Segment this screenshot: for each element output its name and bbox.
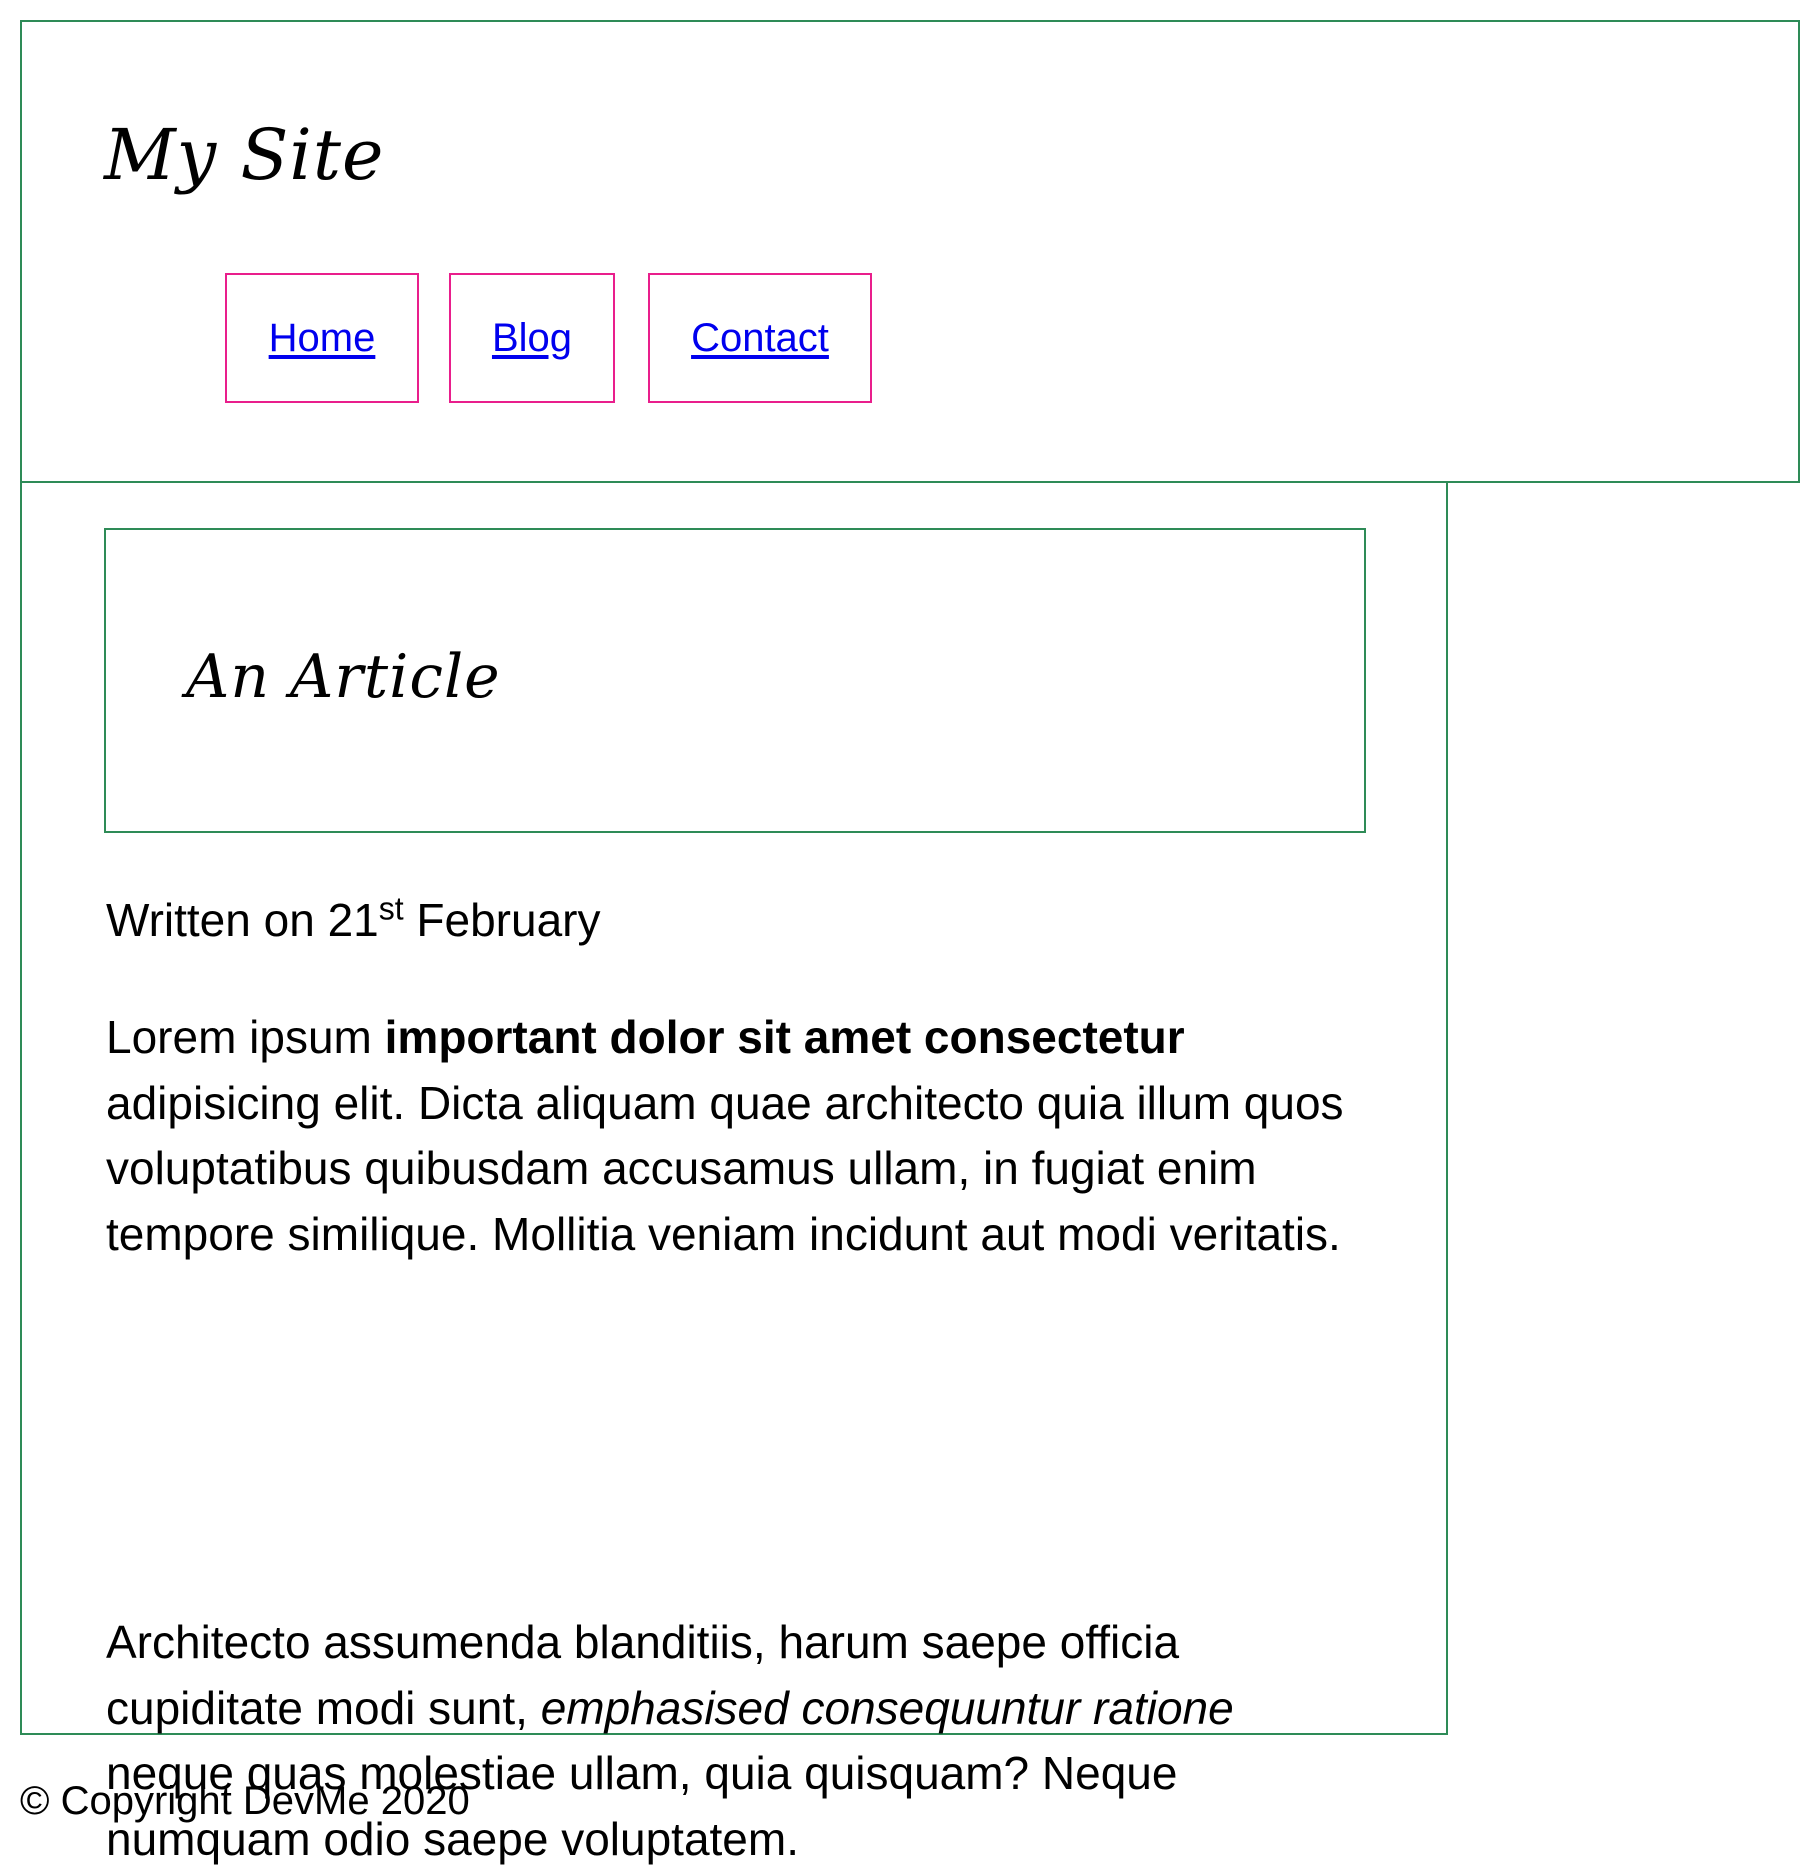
site-header: My Site Home Blog Contact: [20, 20, 1800, 483]
paragraph-1-end: adipisicing elit. Dicta aliquam quae arc…: [106, 1076, 1344, 1260]
paragraph-2-emphasis-text: emphasised consequuntur ratione: [540, 1681, 1234, 1734]
byline-month: February: [403, 894, 601, 946]
paragraph-1-start: Lorem ipsum: [106, 1011, 385, 1063]
nav-link-blog[interactable]: Blog: [449, 273, 615, 403]
article-header: An Article: [104, 528, 1366, 833]
article: An Article Written on 21st February Lore…: [20, 483, 1448, 1865]
byline-date-prefix: Written on 21: [106, 894, 379, 946]
site-title: My Site: [104, 114, 385, 196]
paragraph-1-strong-text: important dolor sit amet consectetur: [384, 1011, 1185, 1063]
copyright-text: © Copyright DevMe 2020: [20, 1779, 470, 1823]
article-paragraph-1: Lorem ipsum important dolor sit amet con…: [106, 1005, 1368, 1267]
article-byline: Written on 21st February: [106, 893, 601, 948]
article-title: An Article: [186, 642, 501, 712]
nav-link-home[interactable]: Home: [225, 273, 419, 403]
article-paragraph-2: Architecto assumenda blanditiis, harum s…: [106, 1610, 1368, 1872]
byline-date-ordinal: st: [378, 890, 404, 927]
nav-link-contact[interactable]: Contact: [648, 273, 872, 403]
